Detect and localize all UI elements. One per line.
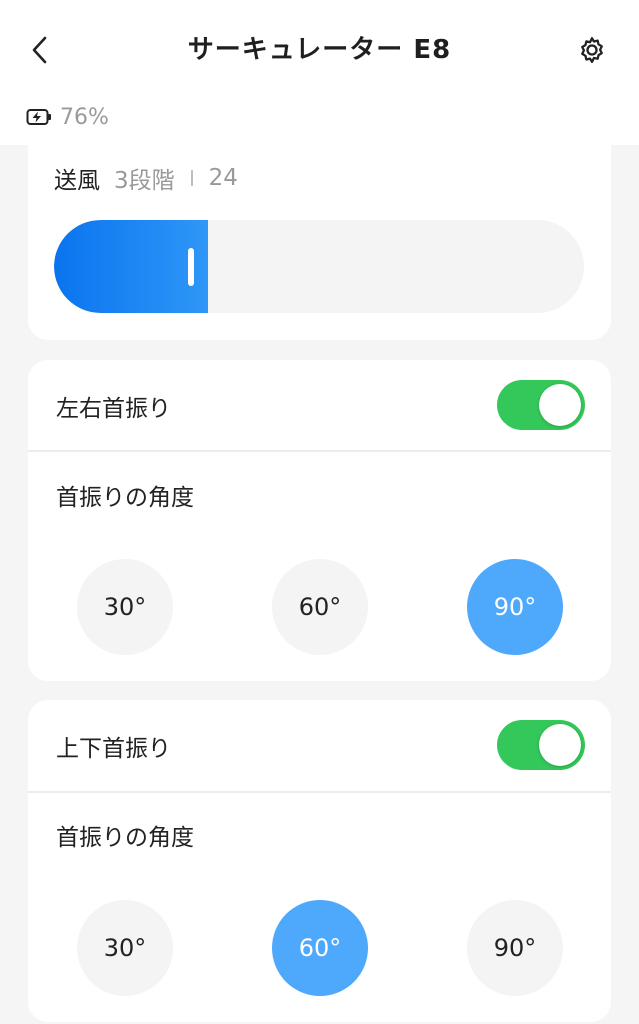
vertical-swing-card: 上下首振り 首振りの角度 30° 60° 90° (28, 700, 611, 1022)
fan-speed-slider[interactable] (54, 220, 584, 313)
vertical-swing-row: 上下首振り (28, 700, 611, 792)
horizontal-angle-label: 首振りの角度 (56, 485, 194, 511)
vertical-swing-toggle[interactable] (497, 720, 585, 770)
horizontal-swing-card: 左右首振り 首振りの角度 30° 60° 90° (28, 360, 611, 681)
fan-speed-slider-handle[interactable] (188, 248, 194, 286)
horizontal-angle-60-button[interactable]: 60° (272, 559, 368, 655)
divider (28, 450, 611, 452)
divider (28, 791, 611, 793)
gear-icon (581, 37, 603, 64)
horizontal-swing-toggle[interactable] (497, 380, 585, 430)
horizontal-angle-options: 30° 60° 90° (28, 559, 611, 655)
fan-speed-card: 送風 3段階 24 (28, 140, 611, 340)
vertical-angle-60-button[interactable]: 60° (272, 900, 368, 996)
vertical-angle-label: 首振りの角度 (56, 825, 194, 851)
horizontal-swing-label: 左右首振り (56, 396, 171, 422)
horizontal-angle-90-button[interactable]: 90° (467, 559, 563, 655)
horizontal-swing-row: 左右首振り (28, 360, 611, 452)
page-title: サーキュレーター E8 (187, 35, 452, 65)
battery-status: 76% (26, 102, 109, 132)
top-bar: サーキュレーター E8 76% (0, 0, 639, 145)
fan-speed-label: 送風 (54, 168, 100, 194)
fan-separator (190, 170, 193, 186)
toggle-knob (539, 384, 581, 426)
horizontal-angle-30-button[interactable]: 30° (77, 559, 173, 655)
vertical-angle-90-button[interactable]: 90° (467, 900, 563, 996)
fan-speed-header: 送風 3段階 24 (54, 158, 238, 198)
vertical-angle-options: 30° 60° 90° (28, 900, 611, 996)
fan-speed-slider-fill (54, 220, 208, 313)
toggle-knob (539, 724, 581, 766)
battery-charging-icon (26, 109, 51, 125)
fan-speed-value: 24 (208, 165, 238, 191)
vertical-angle-30-button[interactable]: 30° (77, 900, 173, 996)
fan-level-text: 3段階 (114, 168, 175, 194)
battery-percent: 76% (60, 104, 109, 130)
settings-button[interactable] (572, 30, 612, 70)
vertical-swing-label: 上下首振り (56, 736, 171, 762)
